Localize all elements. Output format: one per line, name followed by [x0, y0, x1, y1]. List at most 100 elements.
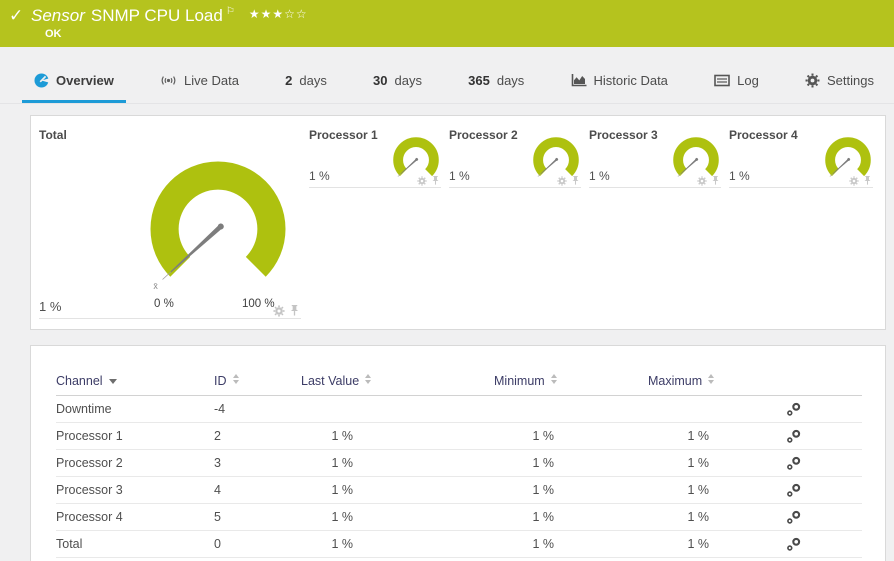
cell-id: 2 — [214, 423, 221, 450]
tab-log[interactable]: Log — [702, 60, 771, 103]
gauge-processor-2: Processor 2 1 % — [449, 123, 581, 188]
gauge-value: 1 % — [729, 169, 750, 183]
tab-overview[interactable]: Overview — [22, 60, 126, 103]
gauge-processor-3: Processor 3 1 % — [589, 123, 721, 188]
tab-live-data[interactable]: Live Data — [148, 60, 251, 103]
gauge-pin-icon[interactable] — [431, 175, 440, 186]
gauge-title: Processor 3 — [589, 128, 658, 142]
cell-maximum: 1 % — [609, 504, 709, 531]
cell-channel: Processor 3 — [56, 477, 123, 504]
gauge-max-label: 100 % — [242, 298, 275, 310]
table-row-processor-2: Processor 2 3 1 % 1 % 1 % — [56, 450, 862, 477]
chart-icon — [571, 73, 587, 87]
gauge-icon — [34, 73, 49, 88]
gauge-title: Processor 4 — [729, 128, 798, 142]
live-icon — [160, 74, 177, 87]
gauge-value: 1 % — [309, 169, 330, 183]
tab-label: days — [299, 73, 326, 88]
tab-historic-data[interactable]: Historic Data — [559, 60, 680, 103]
cell-id: 4 — [214, 477, 221, 504]
cell-last-value: 1 % — [253, 477, 353, 504]
overview-panel: Total x̄ 0 % 100 % 1 % — [30, 115, 886, 330]
channel-settings-icon[interactable] — [786, 429, 801, 447]
sort-icon — [365, 374, 371, 384]
prtg-sensor-page: ✓ SensorSNMP CPU Load⚐★★★☆☆ OK Overview — [0, 0, 894, 561]
sort-icon — [708, 374, 714, 384]
gauge-pin-icon[interactable] — [863, 175, 872, 186]
gauge-title: Processor 1 — [309, 128, 378, 142]
gauge-processor-1: Processor 1 1 % — [309, 123, 441, 188]
column-header-minimum[interactable]: Minimum — [494, 368, 557, 395]
table-row-total: Total 0 1 % 1 % 1 % — [56, 531, 862, 558]
tab-bar: Overview Live Data 2 days 30 days 365 — [0, 60, 894, 104]
table-row-processor-1: Processor 1 2 1 % 1 % 1 % — [56, 423, 862, 450]
sort-icon — [551, 374, 557, 384]
cell-id: -4 — [214, 396, 225, 423]
cell-id: 0 — [214, 531, 221, 558]
gauge-settings-icon[interactable] — [557, 176, 567, 186]
tab-settings[interactable]: Settings — [793, 60, 886, 103]
cell-channel: Processor 1 — [56, 423, 123, 450]
column-header-channel[interactable]: Channel — [56, 368, 117, 395]
tab-30-days[interactable]: 30 days — [361, 60, 434, 103]
priority-stars[interactable]: ★★★☆☆ — [249, 7, 308, 21]
cell-last-value: 1 % — [253, 450, 353, 477]
gauge-settings-icon[interactable] — [697, 176, 707, 186]
channel-settings-icon[interactable] — [786, 483, 801, 501]
sensor-type-label: Sensor — [31, 6, 85, 25]
table-row-downtime: Downtime -4 — [56, 396, 862, 423]
gauge-settings-icon[interactable] — [273, 305, 285, 317]
tab-label: days — [394, 73, 421, 88]
tab-label: Historic Data — [594, 73, 668, 88]
cell-last-value: 1 % — [253, 504, 353, 531]
column-header-id[interactable]: ID — [214, 368, 239, 395]
channel-settings-icon[interactable] — [786, 510, 801, 528]
status-badge: OK — [45, 28, 62, 40]
tab-number: 30 — [373, 73, 387, 88]
cell-id: 3 — [214, 450, 221, 477]
channel-settings-icon[interactable] — [786, 537, 801, 555]
gauge-pin-icon[interactable] — [571, 175, 580, 186]
channel-settings-icon[interactable] — [786, 456, 801, 474]
gauge-processor-4: Processor 4 1 % — [729, 123, 873, 188]
column-header-last-value[interactable]: Last Value — [301, 368, 371, 395]
tab-2-days[interactable]: 2 days — [273, 60, 339, 103]
tab-365-days[interactable]: 365 days — [456, 60, 536, 103]
cell-minimum: 1 % — [454, 450, 554, 477]
channel-settings-icon[interactable] — [786, 402, 801, 420]
cell-maximum: 1 % — [609, 531, 709, 558]
cell-minimum: 1 % — [454, 504, 554, 531]
cell-id: 5 — [214, 504, 221, 531]
channels-panel: Channel ID Last Value Minimum Maximum Do… — [30, 345, 886, 561]
gauge-title: Total — [39, 128, 67, 142]
gauge-pin-icon[interactable] — [289, 304, 300, 317]
channels-table: Channel ID Last Value Minimum Maximum Do… — [56, 368, 862, 558]
gauge-value: 1 % — [449, 169, 470, 183]
table-row-processor-4: Processor 4 5 1 % 1 % 1 % — [56, 504, 862, 531]
sort-icon — [233, 374, 239, 384]
gauge-settings-icon[interactable] — [417, 176, 427, 186]
tab-number: 2 — [285, 73, 292, 88]
cell-channel: Processor 2 — [56, 450, 123, 477]
average-marker: x̄ — [153, 281, 158, 291]
tab-label: Live Data — [184, 73, 239, 88]
cell-maximum: 1 % — [609, 477, 709, 504]
gear-icon — [805, 73, 820, 88]
column-header-maximum[interactable]: Maximum — [648, 368, 714, 395]
table-row-processor-3: Processor 3 4 1 % 1 % 1 % — [56, 477, 862, 504]
cell-last-value: 1 % — [253, 531, 353, 558]
status-check-icon: ✓ — [9, 6, 23, 26]
tab-label: Overview — [56, 73, 114, 88]
gauge-title: Processor 2 — [449, 128, 518, 142]
cell-maximum: 1 % — [609, 423, 709, 450]
gauge-pin-icon[interactable] — [711, 175, 720, 186]
flag-icon[interactable]: ⚐ — [226, 6, 235, 17]
log-icon — [714, 74, 730, 87]
cell-channel: Total — [56, 531, 82, 558]
gauge-settings-icon[interactable] — [849, 176, 859, 186]
tab-label: Settings — [827, 73, 874, 88]
cell-minimum: 1 % — [454, 531, 554, 558]
sensor-title: SensorSNMP CPU Load⚐★★★☆☆ — [31, 6, 308, 26]
gauge-value: 1 % — [589, 169, 610, 183]
tab-label: Log — [737, 73, 759, 88]
